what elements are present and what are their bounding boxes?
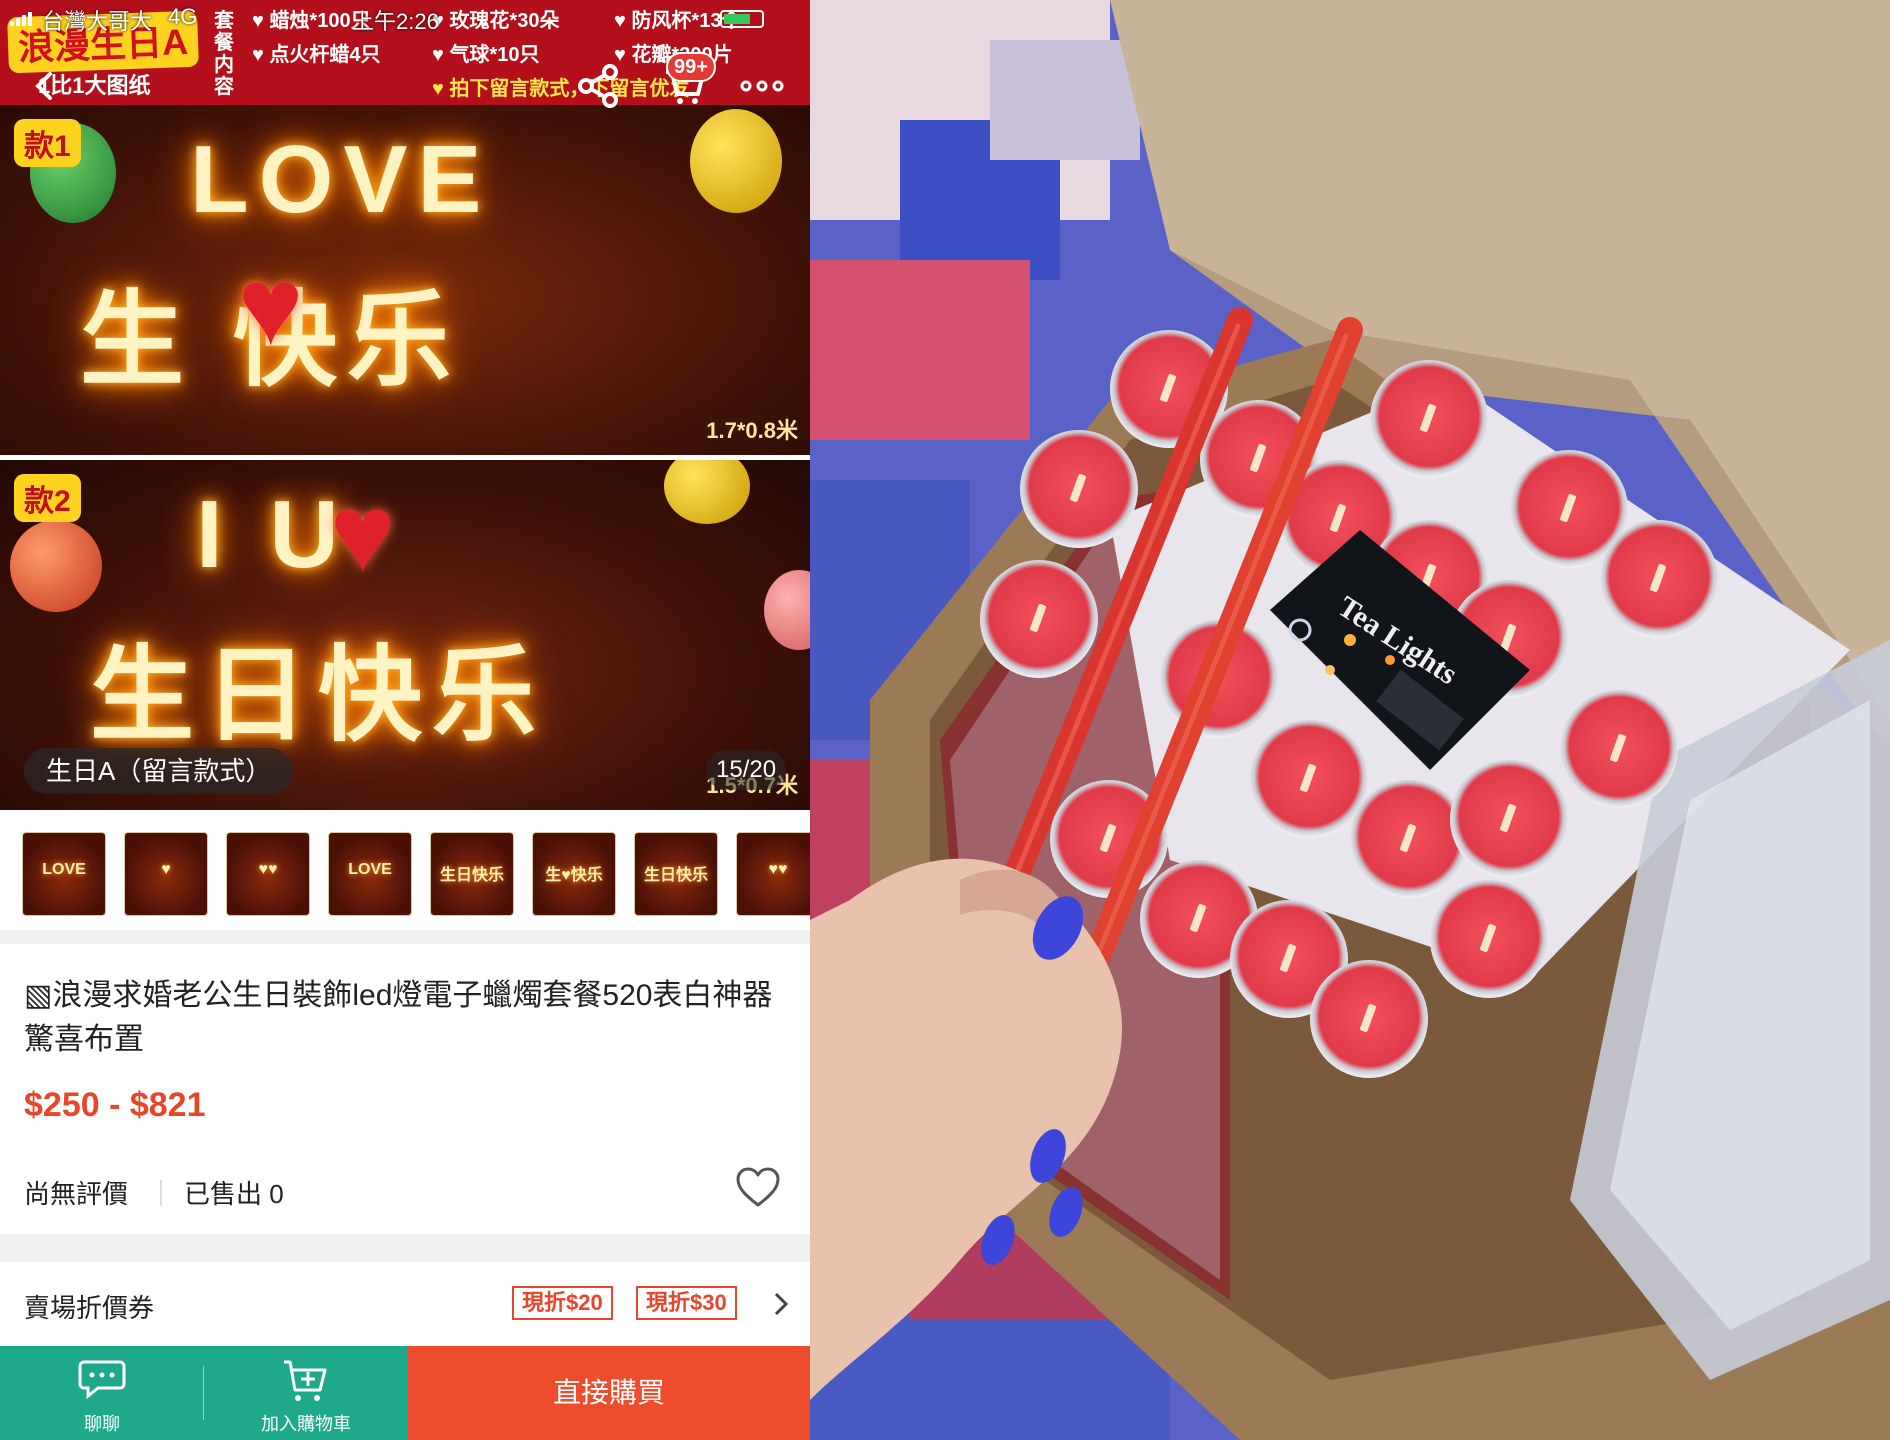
chevron-right-icon <box>774 1292 789 1316</box>
more-button[interactable] <box>734 58 790 114</box>
sold-count: 已售出 0 <box>184 1179 284 1209</box>
chat-label: 聊聊 <box>84 1414 120 1434</box>
thumbnail[interactable]: 生♥快乐 <box>532 832 616 916</box>
product-info: ▧浪漫求婚老公生日裝飾led燈電子蠟燭套餐520表白神器驚喜布置 $250 - … <box>0 944 810 1234</box>
section-divider <box>0 930 810 944</box>
balloon-image <box>664 460 750 524</box>
shopping-app-screenshot: 浪漫生日A 1比1大图纸 套餐内容 ♥ 蜡烛*100只 ♥ 点火杆蜡4只 ♥ 玫… <box>0 0 810 1440</box>
cart-count-badge: 99+ <box>666 52 716 82</box>
banner-note: ♥ 拍下留言款式，下留言优发 <box>432 78 690 100</box>
rating-text: 尚無評價 <box>24 1179 129 1209</box>
coupon-badge[interactable]: 現折$20 <box>512 1286 613 1320</box>
status-bar: 台灣大哥大 4G 上午2:26 <box>0 0 810 36</box>
coupon-row[interactable]: 賣場折價券 現折$20 現折$30 <box>0 1262 810 1344</box>
style-1-tag: 款1 <box>14 119 81 167</box>
balloon-image <box>764 570 810 650</box>
style-2-tag: 款2 <box>14 474 81 522</box>
thumbnail[interactable]: LOVE <box>328 832 412 916</box>
rose-heart-image: ♥ <box>330 472 396 595</box>
chat-button[interactable]: 聊聊 <box>0 1346 204 1440</box>
coupon-label: 賣場折價券 <box>24 1293 155 1323</box>
thumbnail[interactable]: LOVE <box>22 832 106 916</box>
balloon-image <box>10 520 102 612</box>
candle-text-love: LOVE <box>190 126 492 233</box>
buy-now-button[interactable]: 直接購買 <box>408 1346 810 1440</box>
carrier-name: 台灣大哥大 <box>42 9 153 34</box>
candle-text-birthday: 生日快乐 <box>90 638 547 754</box>
taper-candles-image <box>810 307 1363 1400</box>
chat-bubble-icon <box>78 1360 126 1400</box>
section-divider <box>0 1234 810 1262</box>
product-image-gallery[interactable]: 浪漫生日A 1比1大图纸 套餐内容 ♥ 蜡烛*100只 ♥ 点火杆蜡4只 ♥ 玫… <box>0 0 810 810</box>
coupon-more-button[interactable] <box>766 1286 796 1322</box>
network-type: 4G <box>168 4 198 29</box>
balloon-image <box>690 109 782 213</box>
battery-icon <box>720 10 764 28</box>
add-to-cart-button[interactable]: 加入購物車 <box>204 1346 408 1440</box>
coupon-badge[interactable]: 現折$30 <box>636 1286 737 1320</box>
heart-outline-icon <box>736 1167 780 1207</box>
thumbnail[interactable]: 生日快乐 <box>634 832 718 916</box>
favorite-button[interactable] <box>732 1162 784 1214</box>
delivered-package-photo: Tea Lights <box>810 0 1890 1440</box>
product-title: ▧浪漫求婚老公生日裝飾led燈電子蠟燭套餐520表白神器驚喜布置 <box>24 979 773 1056</box>
status-time: 上午2:26 <box>352 9 439 34</box>
thumbnail[interactable]: 生日快乐 <box>430 832 514 916</box>
cart-plus-icon <box>284 1360 327 1401</box>
bottom-action-bar: 聊聊 加入購物車 直接購買 <box>0 1346 810 1440</box>
arrow-left-icon <box>35 72 52 100</box>
divider <box>160 1180 162 1206</box>
thumbnail[interactable]: ♥♥ <box>226 832 310 916</box>
candle-text-i-u: I U <box>196 481 349 588</box>
rose-heart-image: ♥ <box>238 245 304 368</box>
gallery-page-counter: 15/20 <box>706 750 787 790</box>
gallery-photo-style-1: LOVE 生 快乐 ♥ 款1 1.7*0.8米 <box>0 105 810 455</box>
collage: 浪漫生日A 1比1大图纸 套餐内容 ♥ 蜡烛*100只 ♥ 点火杆蜡4只 ♥ 玫… <box>0 0 1890 1440</box>
variant-label: 生日A（留言款式） <box>24 748 294 794</box>
share-button[interactable] <box>570 58 626 114</box>
more-dots-icon <box>740 80 784 92</box>
back-button[interactable] <box>18 58 74 114</box>
thumbnail-strip[interactable]: LOVE ♥ ♥♥ LOVE 生日快乐 生♥快乐 生日快乐 ♥♥ <box>0 810 810 930</box>
share-icon <box>578 64 618 108</box>
thumbnail[interactable]: ♥♥ <box>736 832 810 916</box>
product-price: $250 - $821 <box>24 1086 206 1124</box>
signal-icon <box>10 12 36 26</box>
banner-item: ♥ 气球*10只 <box>432 44 540 66</box>
style-1-size: 1.7*0.8米 <box>706 418 798 443</box>
banner-item: ♥ 点火杆蜡4只 <box>252 44 381 66</box>
add-to-cart-label: 加入購物車 <box>261 1414 351 1434</box>
thumbnail[interactable]: ♥ <box>124 832 208 916</box>
